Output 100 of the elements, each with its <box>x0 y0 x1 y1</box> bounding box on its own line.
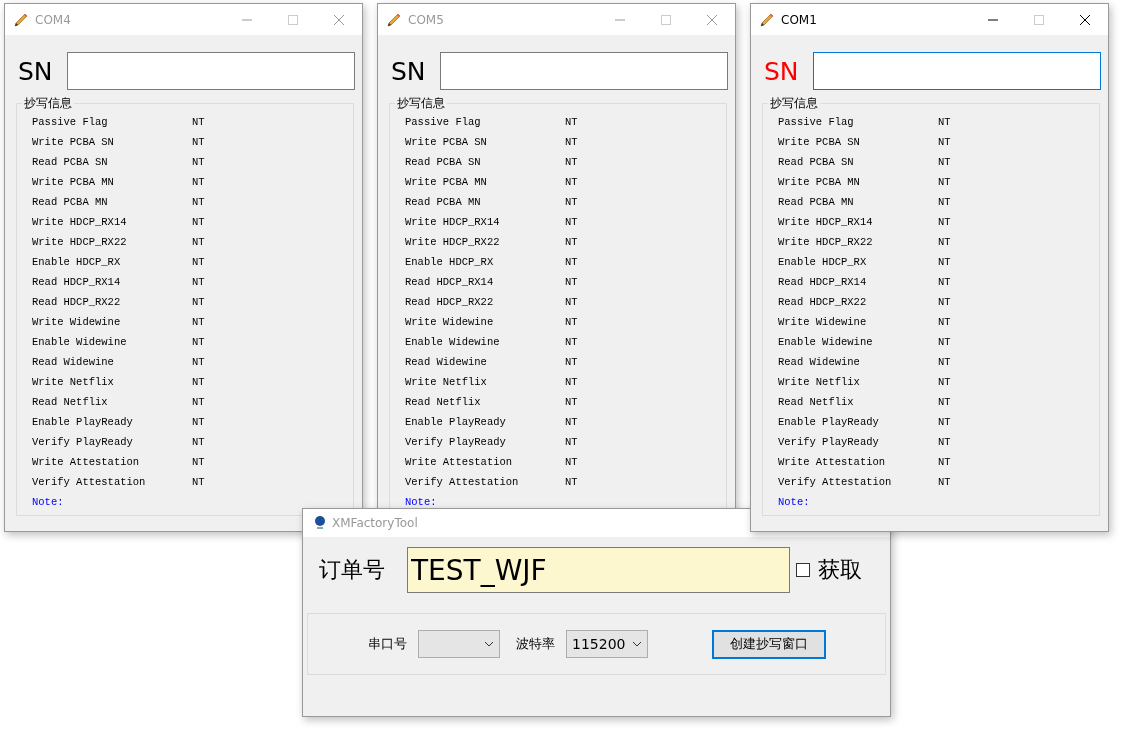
step-name: Read HDCP_RX22 <box>405 296 495 308</box>
step-status: NT <box>565 456 578 468</box>
step-name: Write Attestation <box>778 456 887 468</box>
step-name: Write PCBA SN <box>778 136 861 148</box>
step-status: NT <box>192 276 205 288</box>
step-name: Write PCBA MN <box>778 176 861 188</box>
step-name: Read Widewine <box>405 356 488 368</box>
step-name: Read PCBA MN <box>405 196 482 208</box>
step-name: Verify Attestation <box>32 476 147 488</box>
step-name: Write Widewine <box>405 316 495 328</box>
step-name: Write Netflix <box>778 376 861 388</box>
window-title: COM1 <box>781 12 817 27</box>
step-status: NT <box>565 336 578 348</box>
step-name: Read Widewine <box>778 356 861 368</box>
fetch-checkbox[interactable]: 获取 <box>796 555 862 585</box>
create-window-button[interactable]: 创建抄写窗口 <box>712 629 826 659</box>
step-status: NT <box>192 396 205 408</box>
step-name: Passive Flag <box>405 116 482 128</box>
chevron-down-icon <box>632 641 642 647</box>
sn-input-field[interactable] <box>67 52 355 90</box>
step-status: NT <box>192 196 205 208</box>
note-label: Note: <box>405 496 437 508</box>
step-status: NT <box>565 396 578 408</box>
step-name: Read Widewine <box>32 356 115 368</box>
step-name: Write HDCP_RX22 <box>32 236 128 248</box>
step-name: Enable PlayReady <box>778 416 880 428</box>
pencil-icon <box>13 11 29 28</box>
baud-dropdown[interactable]: 115200 <box>566 630 648 658</box>
step-status: NT <box>565 116 578 128</box>
step-status: NT <box>938 236 951 248</box>
step-status: NT <box>938 316 951 328</box>
window-title: XMFactoryTool <box>332 516 418 530</box>
step-status: NT <box>565 436 578 448</box>
step-name: Enable HDCP_RX <box>32 256 122 268</box>
step-name: Enable Widewine <box>32 336 128 348</box>
note-label: Note: <box>32 496 64 508</box>
step-name: Enable HDCP_RX <box>405 256 495 268</box>
port-dropdown[interactable] <box>418 630 500 658</box>
step-name: Read Netflix <box>405 396 482 408</box>
step-status: NT <box>192 116 205 128</box>
step-status: NT <box>192 476 205 488</box>
step-name: Write HDCP_RX22 <box>778 236 874 248</box>
pencil-icon <box>386 11 402 28</box>
step-status: NT <box>938 336 951 348</box>
step-name: Write PCBA MN <box>405 176 488 188</box>
step-name: Enable PlayReady <box>32 416 134 428</box>
step-status: NT <box>565 136 578 148</box>
step-status: NT <box>938 456 951 468</box>
step-name: Write PCBA MN <box>32 176 115 188</box>
port-label: 串口号 <box>368 635 407 653</box>
step-status: NT <box>938 216 951 228</box>
step-status: NT <box>938 296 951 308</box>
step-status: NT <box>192 376 205 388</box>
window-title: COM4 <box>35 12 71 27</box>
step-status: NT <box>565 376 578 388</box>
step-status: NT <box>565 276 578 288</box>
step-name: Read HDCP_RX14 <box>405 276 495 288</box>
step-name: Write HDCP_RX14 <box>778 216 874 228</box>
step-name: Write PCBA SN <box>405 136 488 148</box>
group-title: 抄写信息 <box>22 95 74 112</box>
step-status: NT <box>565 156 578 168</box>
step-status: NT <box>938 156 951 168</box>
sn-label: SN <box>391 56 427 86</box>
group-title: 抄写信息 <box>395 95 447 112</box>
window-title: COM5 <box>408 12 444 27</box>
step-name: Read Netflix <box>778 396 855 408</box>
group-title: 抄写信息 <box>768 95 820 112</box>
step-status: NT <box>565 416 578 428</box>
step-name: Read Netflix <box>32 396 109 408</box>
step-status: NT <box>565 356 578 368</box>
sn-input-field[interactable] <box>813 52 1101 90</box>
step-name: Read PCBA MN <box>32 196 109 208</box>
step-status: NT <box>938 396 951 408</box>
step-status: NT <box>565 476 578 488</box>
step-status: NT <box>192 236 205 248</box>
step-status: NT <box>565 236 578 248</box>
step-name: Read PCBA SN <box>405 156 482 168</box>
sn-label: SN <box>764 56 800 86</box>
step-status: NT <box>938 416 951 428</box>
step-name: Verify PlayReady <box>32 436 134 448</box>
step-name: Verify PlayReady <box>405 436 507 448</box>
step-status: NT <box>565 316 578 328</box>
step-status: NT <box>565 256 578 268</box>
pencil-icon <box>759 11 775 28</box>
step-status: NT <box>938 256 951 268</box>
order-input-field[interactable]: TEST_WJF <box>407 547 790 593</box>
step-status: NT <box>938 136 951 148</box>
step-status: NT <box>192 356 205 368</box>
step-name: Read HDCP_RX14 <box>778 276 868 288</box>
step-status: NT <box>192 256 205 268</box>
step-status: NT <box>192 216 205 228</box>
step-name: Read HDCP_RX22 <box>778 296 868 308</box>
note-label: Note: <box>778 496 810 508</box>
sn-input-field[interactable] <box>440 52 728 90</box>
step-name: Enable Widewine <box>778 336 874 348</box>
step-status: NT <box>938 116 951 128</box>
step-name: Write Widewine <box>778 316 868 328</box>
step-name: Read HDCP_RX14 <box>32 276 122 288</box>
step-status: NT <box>938 476 951 488</box>
step-name: Verify PlayReady <box>778 436 880 448</box>
